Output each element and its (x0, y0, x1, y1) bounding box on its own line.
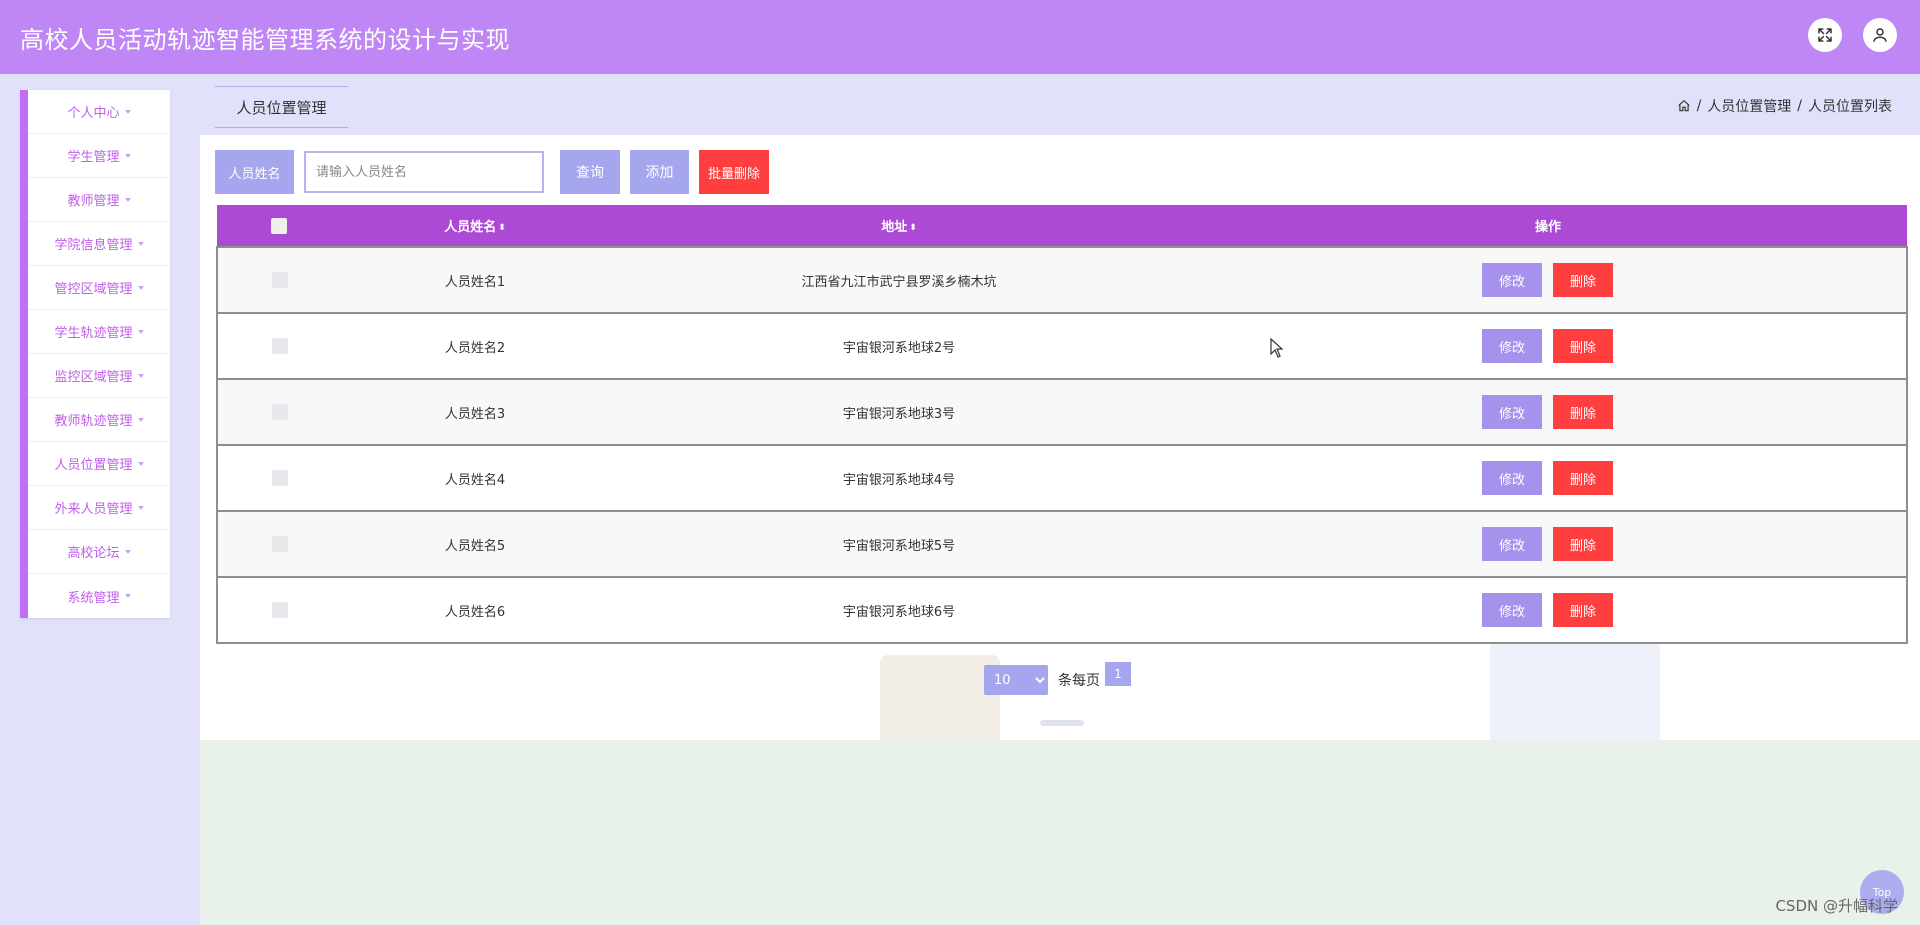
cell-address: 宇宙银河系地球6号 (842, 604, 956, 620)
sort-icon: ⬍ (498, 222, 506, 233)
delete-button[interactable]: 删除 (1553, 461, 1613, 495)
table-header-row: 人员姓名 ⬍ 地址 ⬍ 操作 (217, 205, 1907, 247)
add-button[interactable]: 添加 (630, 150, 689, 194)
search-label: 人员姓名 (215, 150, 294, 194)
background-illustration (1040, 720, 1084, 726)
page-size-select[interactable]: 10 (984, 665, 1048, 695)
breadcrumb-item[interactable]: 人员位置管理 (1707, 96, 1791, 116)
row-checkbox[interactable] (271, 536, 288, 552)
delete-button[interactable]: 删除 (1553, 329, 1613, 363)
cell-name: 人员姓名2 (444, 340, 506, 356)
delete-button[interactable]: 删除 (1553, 263, 1613, 297)
sidebar-item-monitor-zone[interactable]: 监控区域管理 (28, 354, 170, 398)
caret-down-icon (137, 241, 144, 246)
table-row: 人员姓名4 宇宙银河系地球4号 修改 删除 (217, 445, 1907, 511)
sidebar-item-system-management[interactable]: 系统管理 (28, 574, 170, 618)
sidebar-item-personal-center[interactable]: 个人中心 (28, 90, 170, 134)
delete-button[interactable]: 删除 (1553, 527, 1613, 561)
breadcrumb-item: 人员位置列表 (1808, 99, 1892, 115)
caret-down-icon (137, 373, 144, 378)
caret-down-icon (124, 109, 131, 114)
background-illustration (880, 655, 1000, 740)
edit-button[interactable]: 修改 (1482, 329, 1542, 363)
column-header-name[interactable]: 人员姓名 ⬍ (341, 205, 609, 247)
sidebar-item-control-zone[interactable]: 管控区域管理 (28, 266, 170, 310)
page-tab[interactable]: 人员位置管理 (215, 86, 348, 128)
row-checkbox[interactable] (271, 338, 288, 354)
batch-delete-button[interactable]: 批量删除 (699, 150, 769, 194)
sidebar-item-student-trajectory[interactable]: 学生轨迹管理 (28, 310, 170, 354)
caret-down-icon (137, 329, 144, 334)
page-number-button[interactable]: 1 (1105, 662, 1131, 686)
breadcrumb: / 人员位置管理 / 人员位置列表 (1677, 96, 1892, 116)
user-icon (1873, 28, 1887, 42)
table-row: 人员姓名3 宇宙银河系地球3号 修改 删除 (217, 379, 1907, 445)
caret-down-icon (137, 285, 144, 290)
table-row: 人员姓名1 江西省九江市武宁县罗溪乡楠木坑 修改 删除 (217, 247, 1907, 313)
edit-button[interactable]: 修改 (1482, 593, 1542, 627)
edit-button[interactable]: 修改 (1482, 395, 1542, 429)
caret-down-icon (124, 549, 131, 554)
data-table: 人员姓名 ⬍ 地址 ⬍ 操作 人员姓名1 江西省九江市武宁县罗溪乡楠木坑 修改 删除 … (216, 205, 1908, 644)
top-header: 高校人员活动轨迹智能管理系统的设计与实现 (0, 0, 1920, 74)
delete-button[interactable]: 删除 (1553, 593, 1613, 627)
column-header-actions: 操作 (1534, 220, 1561, 235)
search-bar: 人员姓名 查询 添加 批量删除 (215, 150, 769, 194)
sidebar-item-forum[interactable]: 高校论坛 (28, 530, 170, 574)
cell-address: 宇宙银河系地球4号 (842, 472, 956, 488)
table-row: 人员姓名5 宇宙银河系地球5号 修改 删除 (217, 511, 1907, 577)
column-header-address[interactable]: 地址 ⬍ (609, 205, 1189, 247)
cell-name: 人员姓名6 (444, 604, 506, 620)
sidebar-item-visitor-management[interactable]: 外来人员管理 (28, 486, 170, 530)
sidebar-item-college-info[interactable]: 学院信息管理 (28, 222, 170, 266)
sidebar: 个人中心 学生管理 教师管理 学院信息管理 管控区域管理 学生轨迹管理 监控区域… (20, 90, 170, 618)
row-checkbox[interactable] (271, 470, 288, 486)
delete-button[interactable]: 删除 (1553, 395, 1613, 429)
sidebar-item-teacher-management[interactable]: 教师管理 (28, 178, 170, 222)
search-input[interactable] (304, 151, 544, 193)
caret-down-icon (137, 505, 144, 510)
row-checkbox[interactable] (271, 404, 288, 420)
cell-address: 宇宙银河系地球3号 (842, 406, 956, 422)
mouse-cursor-icon (1270, 338, 1284, 358)
app-title: 高校人员活动轨迹智能管理系统的设计与实现 (20, 25, 510, 54)
cell-name: 人员姓名5 (444, 538, 506, 554)
sidebar-item-teacher-trajectory[interactable]: 教师轨迹管理 (28, 398, 170, 442)
edit-button[interactable]: 修改 (1482, 461, 1542, 495)
home-icon[interactable] (1677, 99, 1691, 113)
cell-name: 人员姓名4 (444, 472, 506, 488)
background-illustration (1490, 640, 1660, 740)
caret-down-icon (137, 461, 144, 466)
sort-icon: ⬍ (909, 222, 917, 233)
sidebar-item-person-location[interactable]: 人员位置管理 (28, 442, 170, 486)
fullscreen-button[interactable] (1808, 18, 1842, 52)
edit-button[interactable]: 修改 (1482, 263, 1542, 297)
cell-address: 江西省九江市武宁县罗溪乡楠木坑 (801, 274, 997, 290)
watermark: CSDN @升幅科学 (1775, 897, 1898, 915)
select-all-checkbox[interactable] (271, 217, 287, 234)
cell-name: 人员姓名1 (444, 274, 506, 290)
page-footer-area (200, 740, 1920, 925)
pagination: 10 条每页 1 (984, 662, 1131, 695)
caret-down-icon (124, 594, 131, 598)
row-checkbox[interactable] (271, 272, 288, 288)
cell-name: 人员姓名3 (444, 406, 506, 422)
expand-icon (1818, 28, 1832, 42)
edit-button[interactable]: 修改 (1482, 527, 1542, 561)
table-row: 人员姓名6 宇宙银河系地球6号 修改 删除 (217, 577, 1907, 643)
query-button[interactable]: 查询 (560, 150, 620, 194)
caret-down-icon (137, 417, 144, 422)
table-row: 人员姓名2 宇宙银河系地球2号 修改 删除 (217, 313, 1907, 379)
row-checkbox[interactable] (271, 602, 288, 618)
cell-address: 宇宙银河系地球2号 (842, 340, 956, 356)
sidebar-item-student-management[interactable]: 学生管理 (28, 134, 170, 178)
user-button[interactable] (1863, 18, 1897, 52)
caret-down-icon (124, 197, 131, 202)
per-page-label: 条每页 (1058, 673, 1100, 689)
caret-down-icon (124, 153, 131, 158)
cell-address: 宇宙银河系地球5号 (842, 538, 956, 554)
